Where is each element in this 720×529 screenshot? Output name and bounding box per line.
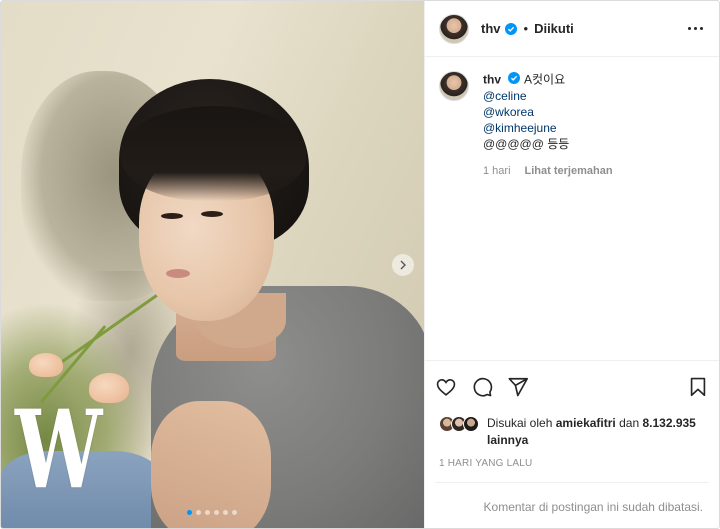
hair-fringe (121, 106, 306, 201)
likes-count[interactable]: 8.132.935 (642, 416, 695, 430)
likes-suffix[interactable]: lainnya (487, 433, 528, 447)
comment-icon[interactable] (471, 369, 507, 405)
post-photo[interactable]: E W (1, 1, 424, 528)
verified-badge-icon (508, 71, 521, 84)
likes-middle: dan (619, 416, 640, 430)
likes-summary: Disukai oleh amiekafitri dan 8.132.935 l… (435, 415, 709, 449)
mention-link[interactable]: @celine (483, 88, 613, 104)
eye (201, 211, 223, 217)
avatar[interactable] (439, 71, 469, 101)
action-icons (435, 367, 709, 407)
carousel-dot (205, 510, 210, 515)
share-icon[interactable] (507, 369, 543, 405)
carousel-next-button[interactable] (392, 254, 414, 276)
mention-link[interactable]: @wkorea (483, 104, 613, 120)
carousel-dot (196, 510, 201, 515)
caption-text: A컷이요 (524, 72, 566, 87)
post-header: thv • Diikuti (425, 1, 719, 57)
following-button[interactable]: Diikuti (534, 21, 574, 36)
heart-icon[interactable] (435, 369, 471, 405)
post-sidebar: thv • Diikuti thv A컷이요 @celine @wkorea @… (424, 1, 719, 528)
chevron-right-icon (400, 260, 406, 270)
post-actions: Disukai oleh amiekafitri dan 8.132.935 l… (425, 360, 719, 528)
caption-section: thv A컷이요 @celine @wkorea @kimheejune @@@… (425, 57, 719, 360)
caption-last-line: @@@@@ 등등 (483, 136, 570, 151)
comments-disabled-notice: Komentar di postingan ini sudah dibatasi… (435, 482, 709, 528)
caption-username[interactable]: thv (483, 73, 501, 87)
username[interactable]: thv (481, 21, 501, 36)
more-options-icon[interactable] (686, 21, 705, 36)
verified-badge-icon (504, 22, 518, 35)
flower (29, 353, 63, 377)
avatar[interactable] (439, 13, 469, 44)
carousel-dot (187, 510, 192, 515)
lips (166, 269, 190, 278)
bookmark-icon[interactable] (673, 369, 709, 405)
carousel-dot (232, 510, 237, 515)
caption-meta: 1 hari Lihat terjemahan (483, 163, 613, 179)
mention-link[interactable]: @kimheejune (483, 120, 613, 136)
caption: thv A컷이요 @celine @wkorea @kimheejune @@@… (439, 71, 705, 179)
see-translation-link[interactable]: Lihat terjemahan (525, 163, 613, 179)
liker-avatars (439, 416, 479, 432)
caption-body: thv A컷이요 @celine @wkorea @kimheejune @@@… (483, 71, 613, 179)
likes-prefix: Disukai oleh (487, 416, 553, 430)
carousel-indicator (187, 510, 237, 515)
caption-time: 1 hari (483, 164, 511, 177)
carousel-dot (214, 510, 219, 515)
instagram-post: E W thv • Diikuti (0, 0, 720, 529)
post-timestamp[interactable]: 1 HARI YANG LALU (435, 458, 709, 469)
likes-text: Disukai oleh amiekafitri dan 8.132.935 l… (487, 415, 709, 449)
separator: • (523, 21, 529, 36)
carousel-dot (223, 510, 228, 515)
liker-username[interactable]: amiekafitri (556, 416, 616, 430)
w-magazine-logo: W (15, 387, 102, 513)
liker-avatar (463, 416, 479, 432)
eye (161, 213, 183, 219)
